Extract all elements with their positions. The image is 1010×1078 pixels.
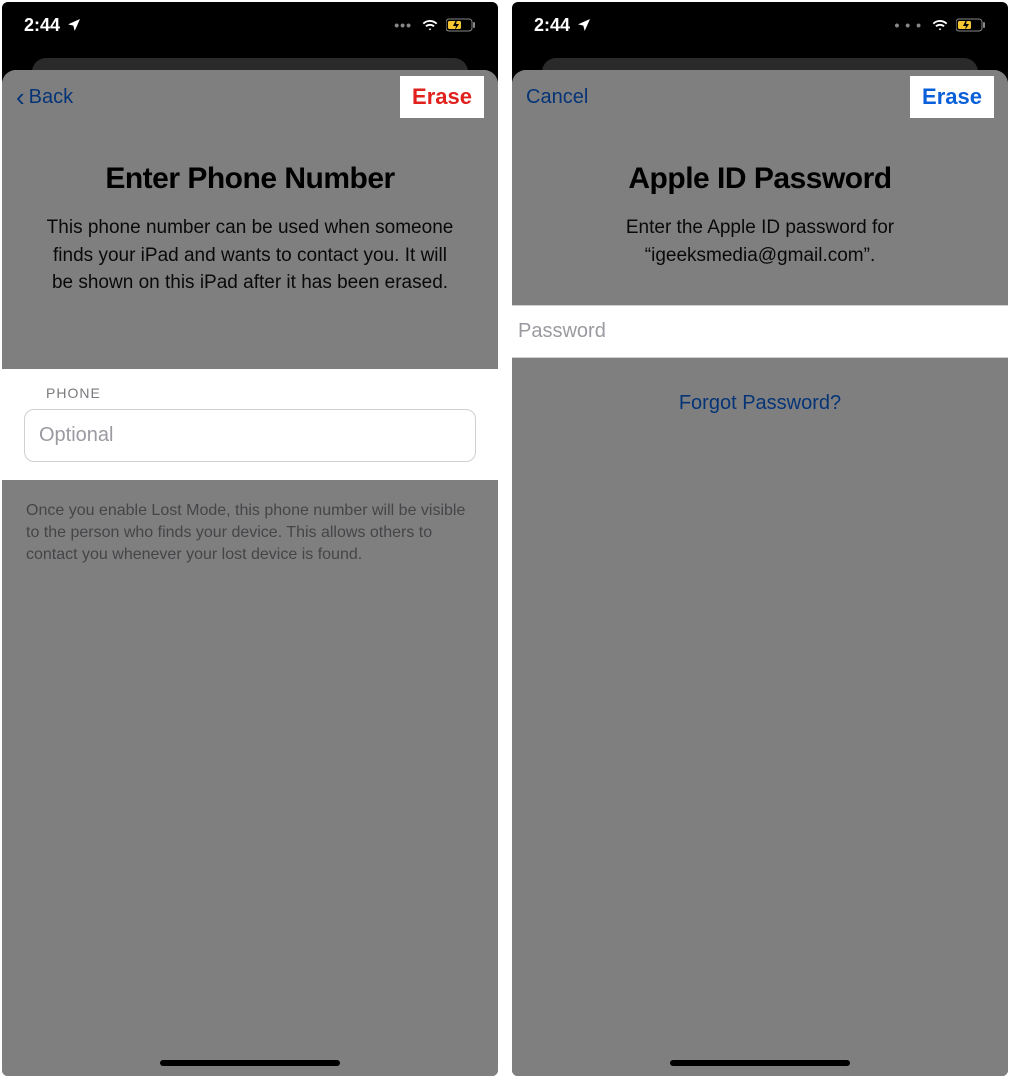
status-time: 2:44 [534, 15, 570, 36]
page-description: Enter the Apple ID password for “igeeksm… [512, 214, 1008, 269]
location-icon [576, 17, 592, 33]
page-description: This phone number can be used when someo… [2, 214, 498, 297]
wifi-icon [420, 17, 440, 33]
page-title: Enter Phone Number [2, 162, 498, 196]
status-bar: 2:44 • • • [512, 2, 1008, 48]
erase-label: Erase [412, 84, 472, 109]
battery-charging-icon [956, 18, 986, 32]
home-indicator[interactable] [670, 1060, 850, 1066]
more-dots-icon: ••• [394, 17, 412, 33]
chevron-left-icon: ‹ [16, 84, 25, 110]
screenshot-left: 2:44 ••• ‹ Back Erase Ente [2, 2, 498, 1076]
phone-input[interactable] [39, 424, 461, 447]
password-input[interactable] [518, 320, 1002, 343]
status-bar: 2:44 ••• [2, 2, 498, 48]
location-icon [66, 17, 82, 33]
erase-button[interactable]: Erase [400, 76, 484, 118]
phone-section: PHONE [2, 369, 498, 480]
page-title: Apple ID Password [512, 162, 1008, 196]
modal-sheet: ‹ Back Erase Enter Phone Number This pho… [2, 70, 498, 1076]
status-time: 2:44 [24, 15, 60, 36]
nav-bar: Cancel Erase [512, 70, 1008, 124]
footnote-text: Once you enable Lost Mode, this phone nu… [2, 480, 498, 567]
more-dots-icon: • • • [895, 17, 922, 33]
back-label: Back [29, 86, 73, 109]
nav-bar: ‹ Back Erase [2, 70, 498, 124]
home-indicator[interactable] [160, 1060, 340, 1066]
phone-input-wrap[interactable] [24, 409, 476, 462]
forgot-password-label: Forgot Password? [679, 392, 841, 414]
erase-label: Erase [922, 84, 982, 109]
phone-section-label: PHONE [46, 385, 476, 401]
screenshot-right: 2:44 • • • Cancel Erase Apple ID P [512, 2, 1008, 1076]
password-section[interactable] [512, 305, 1008, 358]
back-button[interactable]: ‹ Back [16, 84, 73, 110]
cancel-button[interactable]: Cancel [526, 86, 588, 109]
modal-sheet: Cancel Erase Apple ID Password Enter the… [512, 70, 1008, 1076]
cancel-label: Cancel [526, 86, 588, 109]
wifi-icon [930, 17, 950, 33]
battery-charging-icon [446, 18, 476, 32]
forgot-password-link[interactable]: Forgot Password? [512, 392, 1008, 415]
erase-button[interactable]: Erase [910, 76, 994, 118]
